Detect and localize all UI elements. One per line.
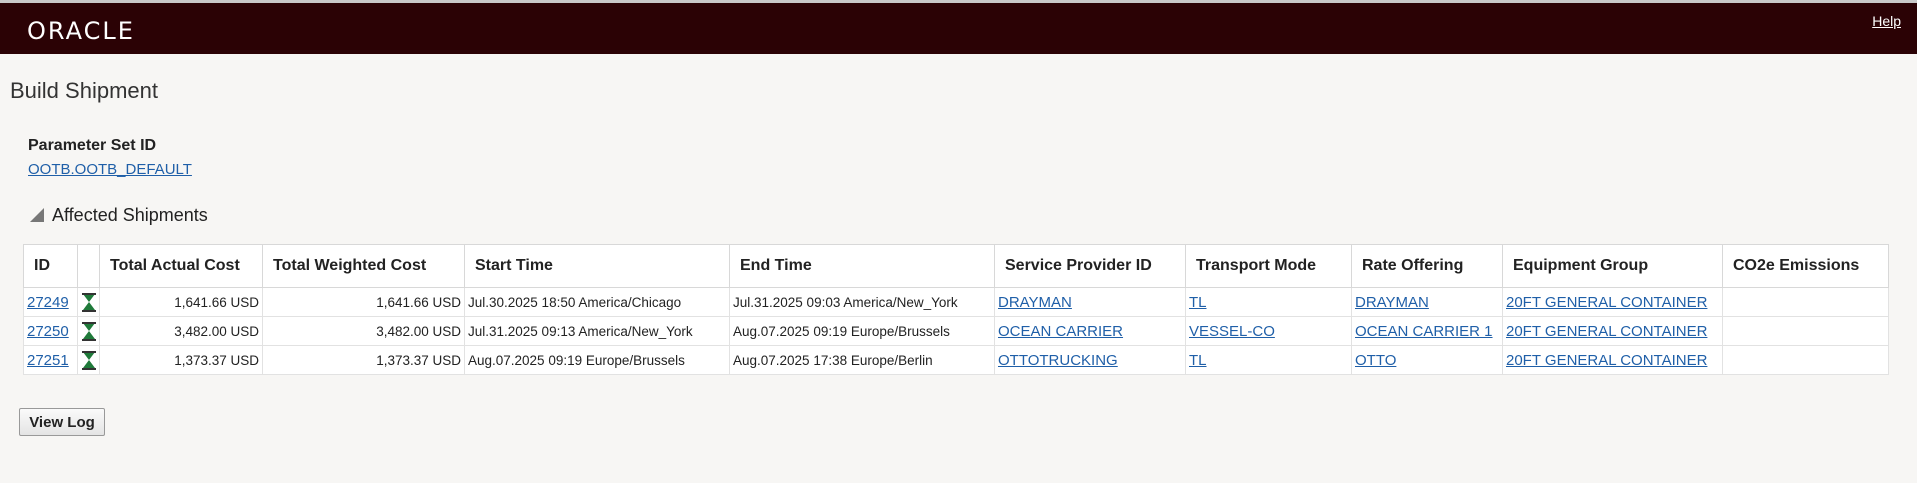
hourglass-icon[interactable] <box>81 293 96 312</box>
co2e-emissions <box>1722 345 1889 375</box>
rate-offering-link[interactable]: OCEAN CARRIER 1 <box>1355 323 1493 340</box>
service-provider-link[interactable]: DRAYMAN <box>998 294 1072 311</box>
service-provider-link[interactable]: OCEAN CARRIER <box>998 323 1123 340</box>
col-equipment-group[interactable]: Equipment Group <box>1502 244 1723 288</box>
hourglass-icon[interactable] <box>81 351 96 370</box>
col-id[interactable]: ID <box>23 244 78 288</box>
oracle-logo: ORACLE <box>27 17 135 45</box>
transport-mode-link[interactable]: TL <box>1189 352 1207 369</box>
shipment-id-link[interactable]: 27249 <box>27 294 69 311</box>
rate-offering-link[interactable]: OTTO <box>1355 352 1396 369</box>
collapse-triangle-icon[interactable] <box>30 208 44 222</box>
col-start-time[interactable]: Start Time <box>464 244 730 288</box>
end-time: Aug.07.2025 17:38 Europe/Berlin <box>729 345 995 375</box>
shipment-id-link[interactable]: 27251 <box>27 352 69 369</box>
total-actual-cost: 1,373.37 USD <box>99 345 263 375</box>
start-time: Jul.31.2025 09:13 America/New_York <box>464 316 730 346</box>
total-weighted-cost: 1,641.66 USD <box>262 287 465 317</box>
service-provider-link[interactable]: OTTOTRUCKING <box>998 352 1118 369</box>
hourglass-icon[interactable] <box>81 322 96 341</box>
shipment-id-link[interactable]: 27250 <box>27 323 69 340</box>
help-link[interactable]: Help <box>1872 13 1901 29</box>
col-end-time[interactable]: End Time <box>729 244 995 288</box>
equipment-group-link[interactable]: 20FT GENERAL CONTAINER <box>1506 323 1707 340</box>
start-time: Jul.30.2025 18:50 America/Chicago <box>464 287 730 317</box>
total-actual-cost: 3,482.00 USD <box>99 316 263 346</box>
equipment-group-link[interactable]: 20FT GENERAL CONTAINER <box>1506 294 1707 311</box>
table-row[interactable]: 27251 1,373.37 USD 1,373.37 USD Aug.07.2… <box>23 345 1889 375</box>
co2e-emissions <box>1722 316 1889 346</box>
co2e-emissions <box>1722 287 1889 317</box>
col-rate-offering[interactable]: Rate Offering <box>1351 244 1503 288</box>
transport-mode-link[interactable]: VESSEL-CO <box>1189 323 1275 340</box>
col-transport-mode[interactable]: Transport Mode <box>1185 244 1352 288</box>
col-total-weighted-cost[interactable]: Total Weighted Cost <box>262 244 465 288</box>
table-row[interactable]: 27249 1,641.66 USD 1,641.66 USD Jul.30.2… <box>23 287 1889 317</box>
col-service-provider-id[interactable]: Service Provider ID <box>994 244 1186 288</box>
col-co2e-emissions[interactable]: CO2e Emissions <box>1722 244 1889 288</box>
shipments-table: ID Total Actual Cost Total Weighted Cost… <box>23 244 1889 375</box>
end-time: Aug.07.2025 09:19 Europe/Brussels <box>729 316 995 346</box>
parameter-set-link[interactable]: OOTB.OOTB_DEFAULT <box>28 161 192 178</box>
total-weighted-cost: 3,482.00 USD <box>262 316 465 346</box>
equipment-group-link[interactable]: 20FT GENERAL CONTAINER <box>1506 352 1707 369</box>
start-time: Aug.07.2025 09:19 Europe/Brussels <box>464 345 730 375</box>
rate-offering-link[interactable]: DRAYMAN <box>1355 294 1429 311</box>
table-header-row: ID Total Actual Cost Total Weighted Cost… <box>23 244 1889 288</box>
page-title: Build Shipment <box>10 78 158 103</box>
total-weighted-cost: 1,373.37 USD <box>262 345 465 375</box>
affected-shipments-header[interactable]: Affected Shipments <box>30 205 208 226</box>
total-actual-cost: 1,641.66 USD <box>99 287 263 317</box>
section-title: Affected Shipments <box>52 205 208 225</box>
parameter-set-label: Parameter Set ID <box>28 137 157 154</box>
col-total-actual-cost[interactable]: Total Actual Cost <box>99 244 263 288</box>
col-icon <box>77 244 100 288</box>
view-log-button[interactable]: View Log <box>19 408 105 436</box>
end-time: Jul.31.2025 09:03 America/New_York <box>729 287 995 317</box>
table-row[interactable]: 27250 3,482.00 USD 3,482.00 USD Jul.31.2… <box>23 316 1889 346</box>
app-header: ORACLE Help <box>0 3 1917 54</box>
transport-mode-link[interactable]: TL <box>1189 294 1207 311</box>
